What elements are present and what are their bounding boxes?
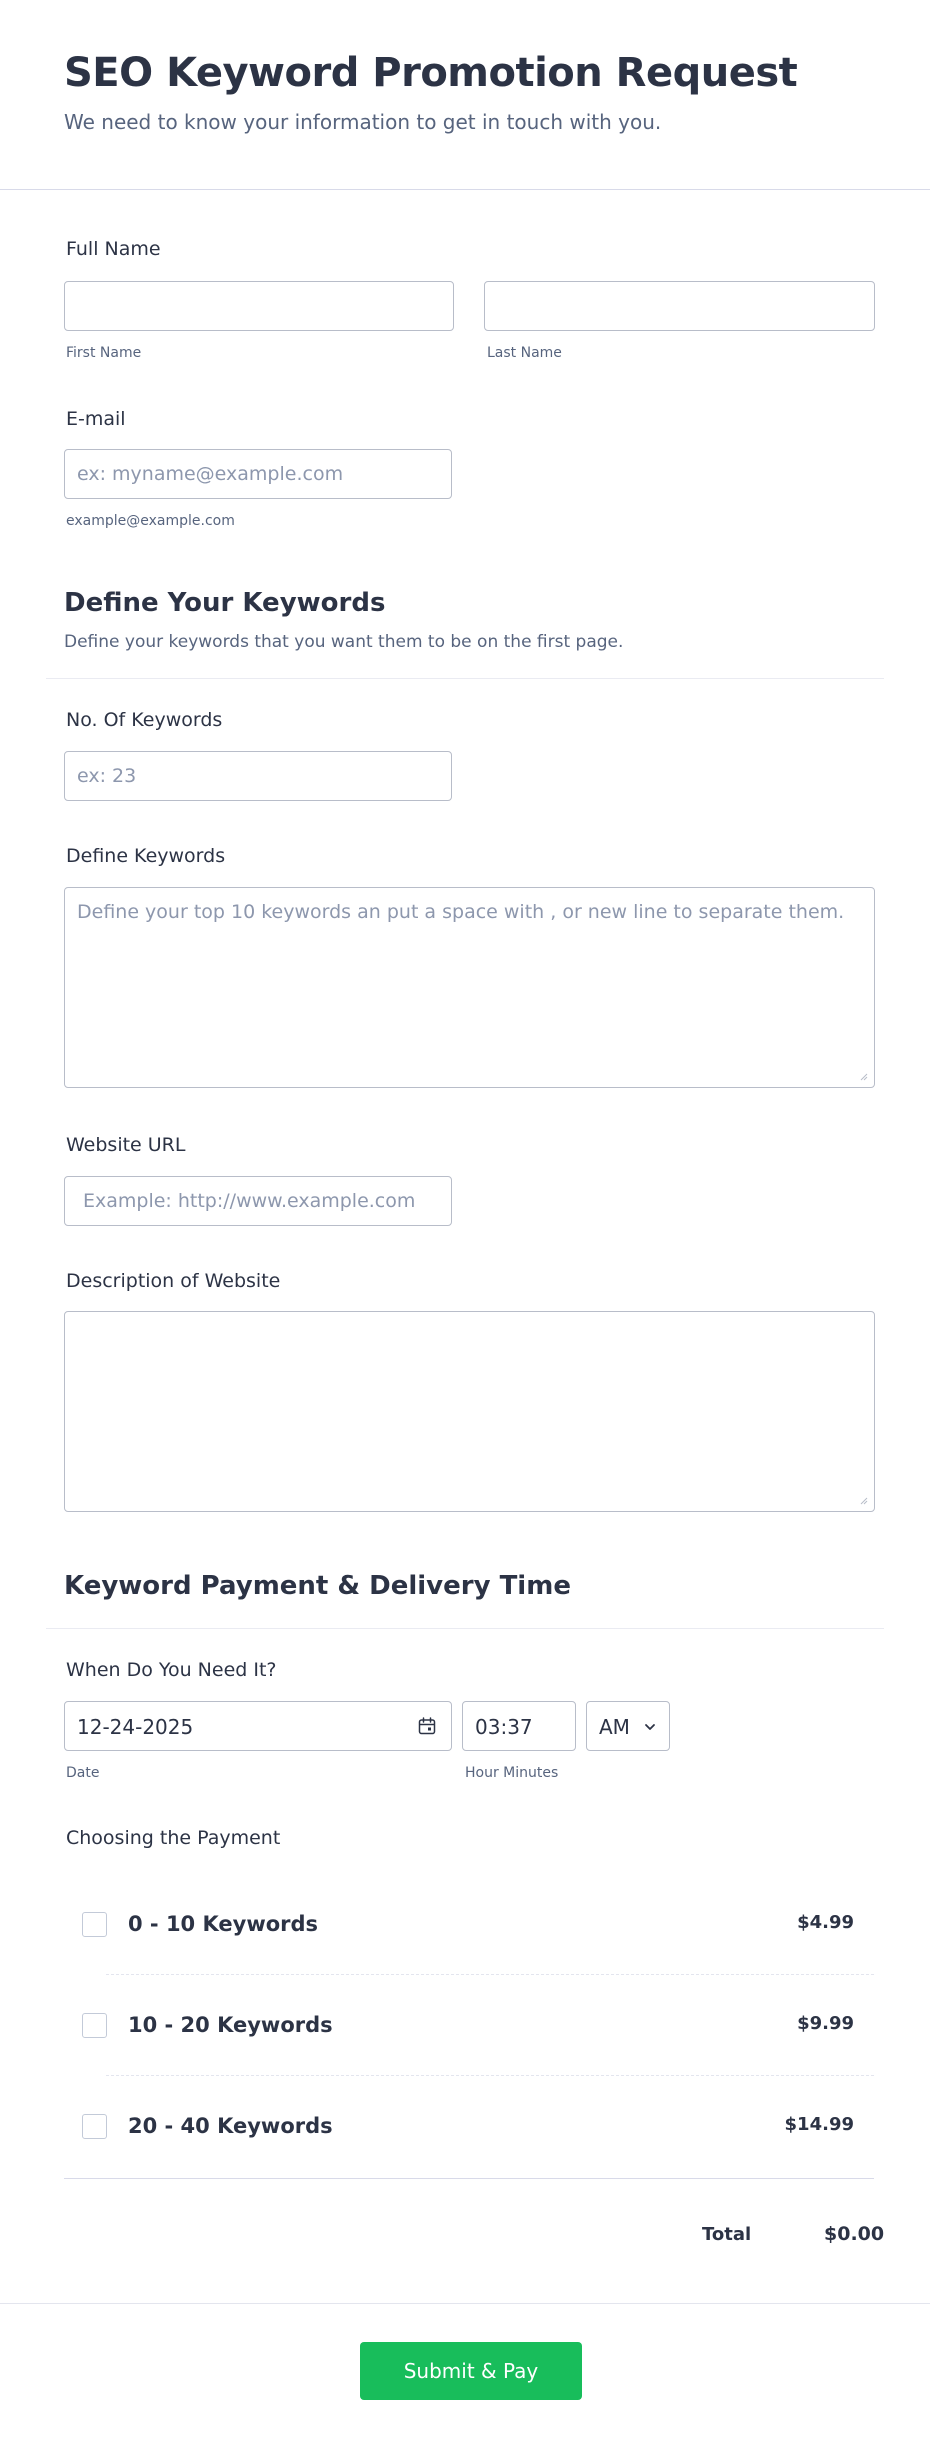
calendar-icon[interactable] <box>417 1716 437 1736</box>
time-value: 03:37 <box>475 1715 533 1739</box>
payment-option-price: $14.99 <box>784 2114 854 2135</box>
define-keywords-label: Define Keywords <box>66 845 226 867</box>
website-url-input[interactable] <box>64 1176 452 1226</box>
full-name-label: Full Name <box>66 238 161 260</box>
num-keywords-input[interactable] <box>64 751 452 801</box>
section-divider <box>46 1628 884 1629</box>
payment-option-price: $9.99 <box>797 2013 854 2034</box>
form-subtitle: We need to know your information to get … <box>64 110 662 134</box>
first-name-sublabel: First Name <box>66 345 142 361</box>
description-textarea[interactable] <box>64 1311 875 1512</box>
chevron-down-icon <box>645 1724 655 1730</box>
payment-option-price: $4.99 <box>797 1912 854 1933</box>
payment-checkbox[interactable] <box>82 2013 107 2038</box>
keywords-section-subtitle: Define your keywords that you want them … <box>64 632 624 652</box>
footer-divider <box>0 2303 930 2304</box>
resize-grip-icon[interactable] <box>858 1495 868 1505</box>
first-name-input[interactable] <box>64 281 454 331</box>
payment-checkbox[interactable] <box>82 2114 107 2139</box>
time-sublabel: Hour Minutes <box>465 1765 559 1781</box>
define-keywords-textarea[interactable] <box>64 887 875 1088</box>
keywords-section-title: Define Your Keywords <box>64 588 386 618</box>
payment-option-name: 0 - 10 Keywords <box>128 1912 319 1936</box>
when-label: When Do You Need It? <box>66 1659 277 1681</box>
email-field[interactable] <box>64 449 452 499</box>
form-header: SEO Keyword Promotion Request We need to… <box>0 0 930 190</box>
payment-option[interactable]: 0 - 10 Keywords $4.99 <box>64 1874 874 1974</box>
date-value: 12-24-2025 <box>77 1715 194 1739</box>
payment-section-title: Keyword Payment & Delivery Time <box>64 1571 571 1601</box>
submit-pay-button[interactable]: Submit & Pay <box>360 2342 582 2400</box>
total-label: Total <box>702 2224 752 2245</box>
payment-option-name: 10 - 20 Keywords <box>128 2013 333 2037</box>
description-label: Description of Website <box>66 1270 281 1292</box>
num-keywords-label: No. Of Keywords <box>66 709 223 731</box>
ampm-value: AM <box>599 1715 630 1739</box>
ampm-select[interactable]: AM <box>586 1701 670 1751</box>
section-divider <box>46 678 884 679</box>
date-input[interactable]: 12-24-2025 <box>64 1701 452 1751</box>
email-sublabel: example@example.com <box>66 513 235 529</box>
payment-label: Choosing the Payment <box>66 1827 281 1849</box>
total-divider <box>64 2178 874 2179</box>
total-value: $0.00 <box>824 2223 885 2245</box>
payment-option[interactable]: 10 - 20 Keywords $9.99 <box>64 1975 874 2075</box>
form-title: SEO Keyword Promotion Request <box>64 50 798 96</box>
form-page: SEO Keyword Promotion Request We need to… <box>0 0 930 2449</box>
time-input[interactable]: 03:37 <box>462 1701 576 1751</box>
date-sublabel: Date <box>66 1765 100 1781</box>
email-label: E-mail <box>66 408 126 430</box>
resize-grip-icon[interactable] <box>858 1071 868 1081</box>
payment-option[interactable]: 20 - 40 Keywords $14.99 <box>64 2076 874 2176</box>
last-name-input[interactable] <box>484 281 875 331</box>
payment-option-name: 20 - 40 Keywords <box>128 2114 333 2138</box>
website-url-label: Website URL <box>66 1134 186 1156</box>
payment-checkbox[interactable] <box>82 1912 107 1937</box>
last-name-sublabel: Last Name <box>487 345 562 361</box>
